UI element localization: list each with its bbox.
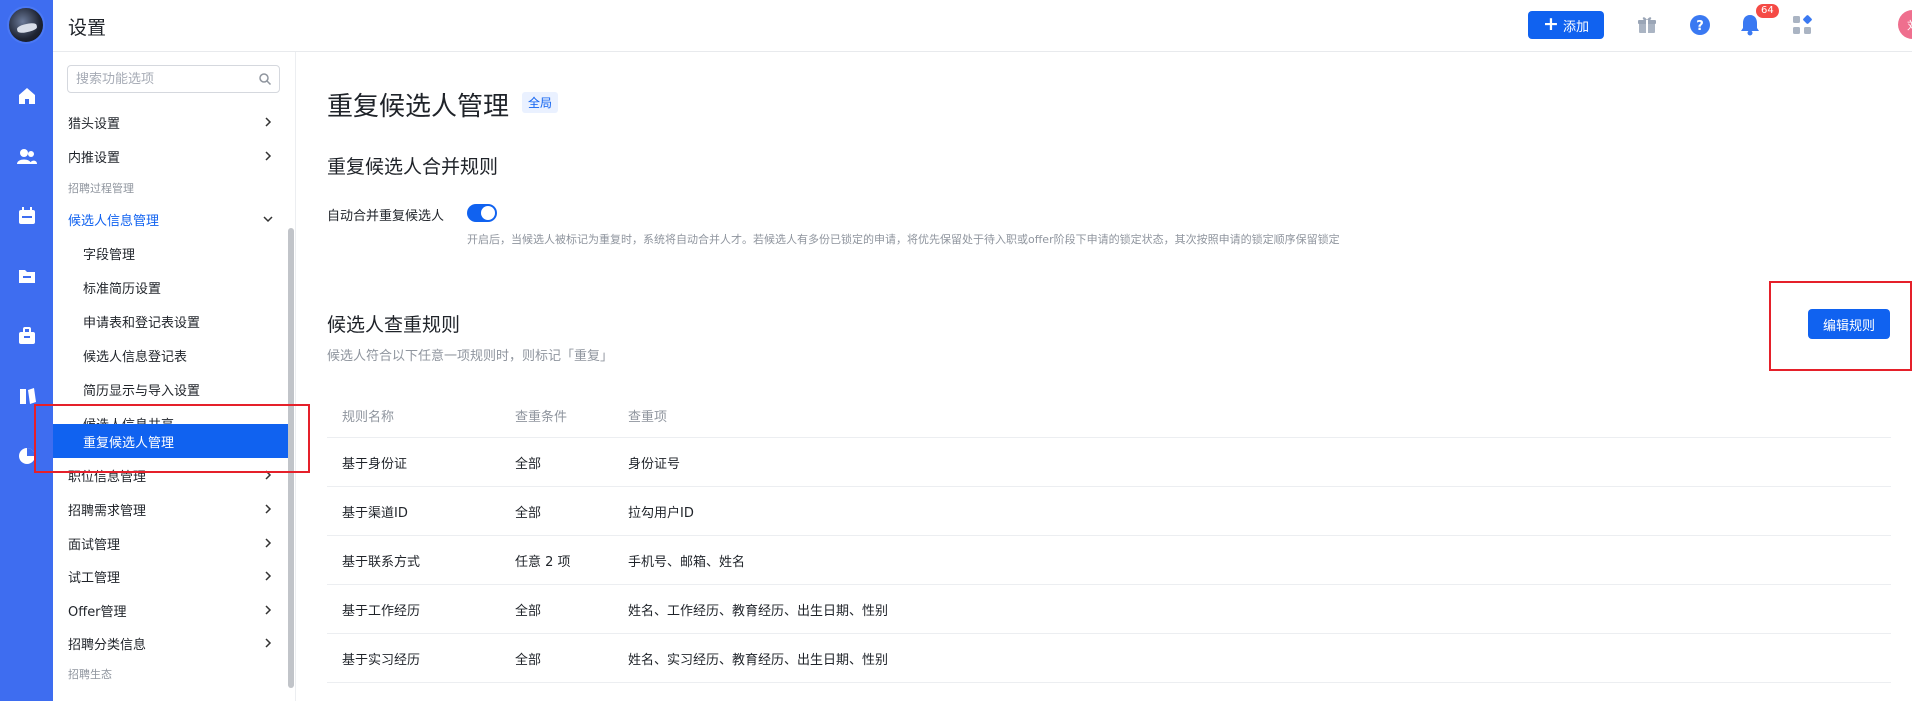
rule-condition-cell: 全部 [515,603,542,619]
page-heading: 设置 [68,17,107,39]
sidebar-item-candidate-info[interactable]: 候选人信息管理 [53,202,289,236]
sidebar-item-label: Offer管理 [68,604,127,620]
sidebar-item-trial-work[interactable]: 试工管理 [53,559,289,593]
highlight-box-sidebar [34,404,310,473]
sidebar-item-label: 简历显示与导入设置 [83,383,201,399]
table-row: 基于工作经历 全部 姓名、工作经历、教育经历、出生日期、性别 [327,585,1891,634]
table-row: 基于实习经历 全部 姓名、实习经历、教育经历、出生日期、性别 [327,634,1891,683]
chevron-down-icon [263,216,273,223]
scope-tag: 全局 [522,92,559,113]
top-header: 设置 + 添加 ? 64 刘 [53,0,1912,52]
chevron-right-icon [265,571,272,581]
svg-text:?: ? [1696,19,1704,34]
rule-items-cell: 身份证号 [628,456,681,472]
rule-condition-cell: 全部 [515,652,542,668]
rule-name-cell: 基于联系方式 [342,554,421,570]
sidebar-item-label: 猎头设置 [68,116,121,132]
people-icon[interactable] [16,145,38,167]
sidebar-item-label: 面试管理 [68,537,121,553]
org-avatar[interactable] [7,6,45,44]
sidebar-search-input[interactable] [68,66,248,92]
dedup-rules-subtitle: 候选人符合以下任意一项规则时，则标记「重复」 [327,349,614,364]
table-row: 基于联系方式 任意 2 项 手机号、邮箱、姓名 [327,536,1891,585]
sidebar-subitem-application-forms[interactable]: 申请表和登记表设置 [53,304,289,338]
plus-icon: + [1543,12,1559,35]
rule-condition-cell: 全部 [515,456,542,472]
sidebar-item-label: 候选人信息管理 [68,213,160,229]
column-header: 规则名称 [342,410,395,425]
chevron-right-icon [265,605,272,615]
gift-icon[interactable] [1634,12,1660,38]
table-header: 规则名称 查重条件 查重项 [327,394,1891,438]
sidebar-subitem-standard-resume[interactable]: 标准简历设置 [53,270,289,304]
sidebar-item-label: 招聘需求管理 [68,503,147,519]
folder-icon[interactable] [16,265,38,287]
sidebar-item-label: 试工管理 [68,570,121,586]
sidebar-item-label: 字段管理 [83,247,136,263]
notification-badge: 64 [1756,4,1779,18]
apps-grid-icon[interactable] [1789,12,1815,38]
rule-items-cell: 拉勾用户ID [628,505,694,521]
sidebar-subitem-registration-form[interactable]: 候选人信息登记表 [53,338,289,372]
sidebar-subitem-fields[interactable]: 字段管理 [53,236,289,270]
sidebar-item-interviews[interactable]: 面试管理 [53,526,289,560]
sidebar-item-label: 标准简历设置 [83,281,162,297]
add-button-label: 添加 [1562,19,1589,35]
search-icon [259,73,272,86]
table-row: 基于渠道ID 全部 拉勾用户ID [327,487,1891,536]
home-icon[interactable] [16,85,38,107]
rule-name-cell: 基于渠道ID [342,505,408,521]
column-header: 查重项 [628,410,668,425]
sidebar-group-heading: 招聘过程管理 [53,171,289,205]
sidebar-item-referral[interactable]: 内推设置 [53,139,289,173]
calendar-icon[interactable] [16,205,38,227]
help-icon[interactable]: ? [1687,12,1713,38]
dedup-rules-title: 候选人查重规则 [327,314,461,336]
chevron-right-icon [265,504,272,514]
auto-merge-toggle[interactable] [467,204,497,222]
sidebar-item-headhunter[interactable]: 猎头设置 [53,105,289,139]
user-avatar[interactable]: 刘 [1898,10,1912,39]
rule-condition-cell: 任意 2 项 [515,554,571,570]
page-title: 重复候选人管理 [327,92,510,122]
highlight-box-edit-button [1769,281,1912,371]
rule-condition-cell: 全部 [515,505,542,521]
rule-name-cell: 基于身份证 [342,456,408,472]
chevron-right-icon [265,538,272,548]
merge-rules-title: 重复候选人合并规则 [327,156,499,178]
rule-items-cell: 姓名、工作经历、教育经历、出生日期、性别 [628,603,889,619]
table-row: 基于身份证 全部 身份证号 [327,438,1891,487]
auto-merge-label: 自动合并重复候选人 [327,209,445,224]
chevron-right-icon [265,117,272,127]
sidebar-group-label: 招聘生态 [68,668,112,681]
dedup-rules-table: 规则名称 查重条件 查重项 基于身份证 全部 身份证号 基于渠道ID 全部 拉勾… [327,394,1891,683]
sidebar-item-offers[interactable]: Offer管理 [53,593,289,627]
main-content: 重复候选人管理 全局 重复候选人合并规则 自动合并重复候选人 开启后，当候选人被… [296,52,1912,701]
briefcase-icon[interactable] [16,325,38,347]
sidebar-subitem-resume-display[interactable]: 简历显示与导入设置 [53,372,289,406]
chevron-right-icon [265,638,272,648]
rule-name-cell: 基于工作经历 [342,603,421,619]
rule-items-cell: 姓名、实习经历、教育经历、出生日期、性别 [628,652,889,668]
add-button[interactable]: + 添加 [1528,11,1604,39]
toggle-knob [481,206,495,220]
chevron-right-icon [265,151,272,161]
sidebar-item-categories[interactable]: 招聘分类信息 [53,626,289,660]
rule-items-cell: 手机号、邮箱、姓名 [628,554,746,570]
sidebar-item-label: 招聘分类信息 [68,637,147,653]
sidebar-item-requisitions[interactable]: 招聘需求管理 [53,492,289,526]
rule-name-cell: 基于实习经历 [342,652,421,668]
sidebar-item-label: 候选人信息登记表 [83,349,188,365]
column-header: 查重条件 [515,410,568,425]
sidebar-group-heading: 招聘生态 [53,657,289,691]
app-rail [0,0,53,701]
sidebar-item-label: 内推设置 [68,150,121,166]
auto-merge-hint: 开启后，当候选人被标记为重复时，系统将自动合并人才。若候选人有多份已锁定的申请，… [467,233,1340,246]
settings-sidebar: 猎头设置 内推设置 招聘过程管理 候选人信息管理 字段管理 标准简历设置 申请表… [53,52,296,701]
sidebar-item-label: 申请表和登记表设置 [83,315,201,331]
sidebar-group-label: 招聘过程管理 [68,182,134,195]
sidebar-search[interactable] [67,65,280,93]
